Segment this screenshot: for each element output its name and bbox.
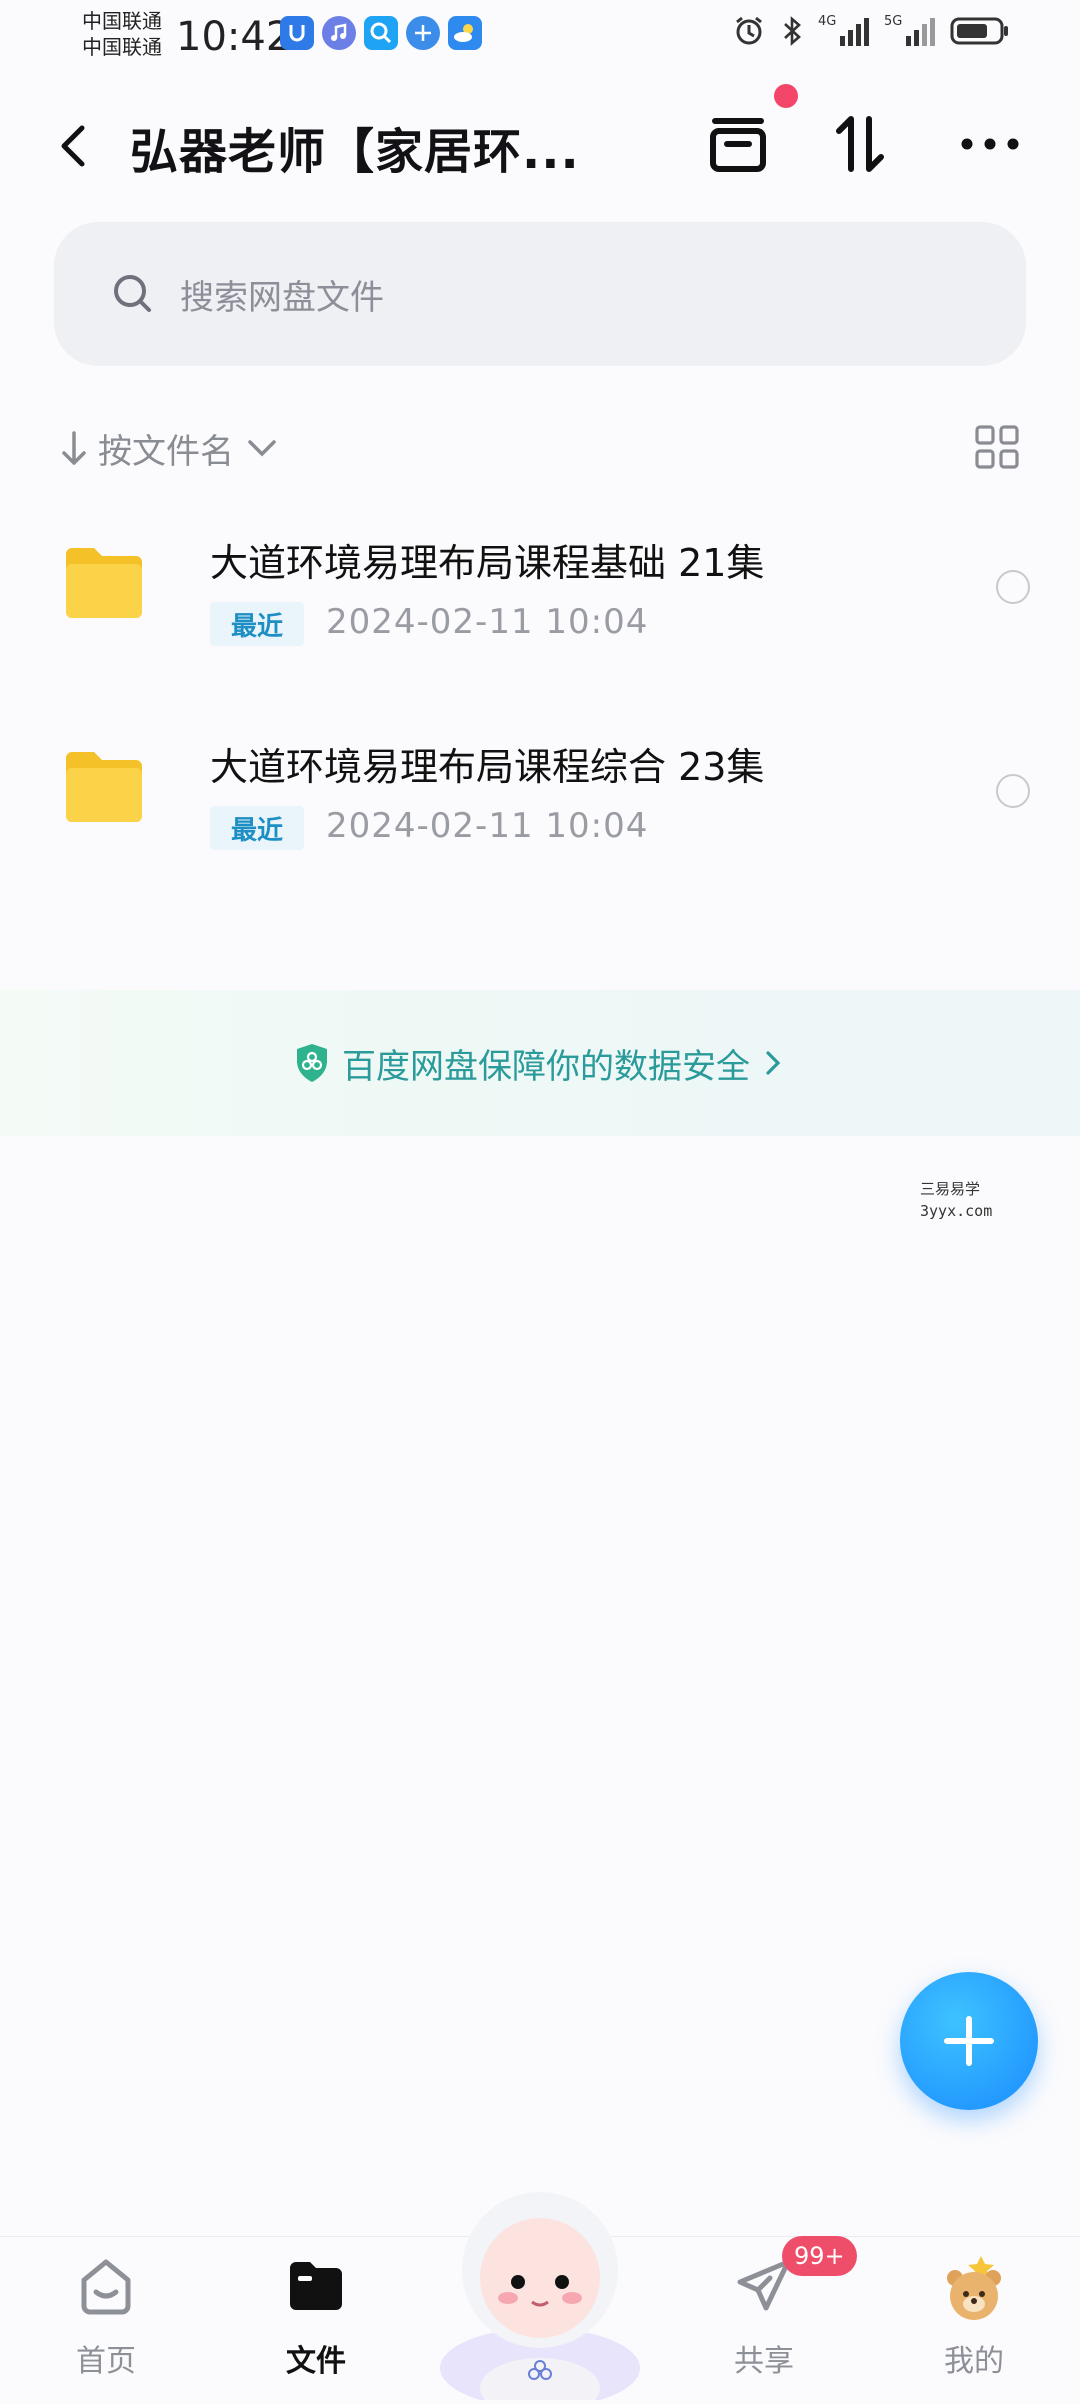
search-bar[interactable]: 搜索网盘文件 xyxy=(54,222,1026,366)
mascot-icon xyxy=(440,2192,640,2404)
grid-view-icon xyxy=(975,425,1019,469)
archive-box-icon xyxy=(710,118,766,172)
recent-badge: 最近 xyxy=(210,806,304,850)
home-icon xyxy=(81,2259,131,2315)
browser-icon xyxy=(406,16,440,50)
sort-label: 按文件名 xyxy=(98,432,234,472)
transfer-list-button[interactable] xyxy=(698,104,778,184)
sort-arrows-icon xyxy=(836,116,884,172)
status-clock: 10:42 xyxy=(176,14,292,60)
carrier-2: 中国联通 xyxy=(82,35,162,59)
alarm-icon xyxy=(736,16,762,45)
folder-icon xyxy=(66,548,142,618)
security-banner[interactable]: 百度网盘保障你的数据安全 xyxy=(0,990,1080,1136)
file-date: 2024-02-11 10:04 xyxy=(326,806,649,846)
status-right-icons: 4G 5G xyxy=(732,14,1010,48)
search-app-icon xyxy=(364,16,398,50)
folder-icon xyxy=(66,752,142,822)
grid-view-button[interactable] xyxy=(974,424,1024,474)
nav-files[interactable]: 文件 xyxy=(236,2254,396,2384)
select-radio[interactable] xyxy=(996,774,1030,808)
nav-me[interactable]: 我的 xyxy=(894,2254,1054,2384)
network-5g-label: 5G xyxy=(884,14,903,29)
sort-order-button[interactable] xyxy=(820,104,900,184)
file-row[interactable]: 大道环境易理布局课程综合 23集 最近 2024-02-11 10:04 xyxy=(0,690,1080,890)
weather-icon xyxy=(448,16,482,50)
nav-home-label: 首页 xyxy=(76,2344,136,2379)
nav-home[interactable]: 首页 xyxy=(26,2254,186,2384)
app-u-icon xyxy=(280,16,314,50)
add-button[interactable] xyxy=(900,1972,1038,2110)
battery-icon xyxy=(950,17,1008,45)
page-title: 弘器老师【家居环... xyxy=(130,124,580,180)
bluetooth-icon xyxy=(784,16,801,46)
nav-files-label: 文件 xyxy=(286,2344,346,2379)
share-count-badge: 99+ xyxy=(782,2236,857,2276)
file-name: 大道环境易理布局课程基础 21集 xyxy=(210,541,765,585)
bear-avatar-icon xyxy=(947,2256,1001,2320)
search-icon xyxy=(114,275,151,312)
music-icon xyxy=(322,16,356,50)
network-4g-label: 4G xyxy=(818,14,837,29)
folder-filled-icon xyxy=(290,2262,342,2310)
watermark-line-2: 3yyx.com xyxy=(920,1202,993,1220)
file-date: 2024-02-11 10:04 xyxy=(326,602,649,642)
carrier-1: 中国联通 xyxy=(82,9,162,33)
chevron-right-icon xyxy=(766,1051,781,1075)
signal-4g-icon: 4G xyxy=(818,14,870,48)
more-dots-icon xyxy=(961,138,1019,150)
plus-icon xyxy=(944,2016,994,2066)
carrier-labels: 中国联通 中国联通 xyxy=(82,8,162,60)
file-row[interactable]: 大道环境易理布局课程基础 21集 最近 2024-02-11 10:04 xyxy=(0,486,1080,686)
back-button[interactable] xyxy=(54,118,94,174)
search-placeholder: 搜索网盘文件 xyxy=(180,277,384,318)
watermark: 三易易学 3yyx.com xyxy=(920,1178,992,1222)
chevron-left-icon xyxy=(61,125,85,167)
recent-badge: 最近 xyxy=(210,602,304,646)
select-radio[interactable] xyxy=(996,570,1030,604)
nav-me-label: 我的 xyxy=(944,2344,1004,2379)
nav-share-label: 共享 xyxy=(734,2344,794,2379)
chevron-down-icon xyxy=(248,439,276,456)
sort-dropdown[interactable]: 按文件名 xyxy=(60,424,282,473)
security-banner-text: 百度网盘保障你的数据安全 xyxy=(342,1046,750,1087)
shield-icon xyxy=(297,1044,327,1082)
watermark-line-1: 三易易学 xyxy=(920,1180,981,1198)
arrow-down-icon xyxy=(62,430,86,465)
notification-dot xyxy=(774,84,798,108)
mascot-button[interactable] xyxy=(430,2178,650,2404)
file-name: 大道环境易理布局课程综合 23集 xyxy=(210,745,765,789)
signal-5g-icon: 5G xyxy=(884,14,936,48)
more-options-button[interactable] xyxy=(950,104,1030,184)
